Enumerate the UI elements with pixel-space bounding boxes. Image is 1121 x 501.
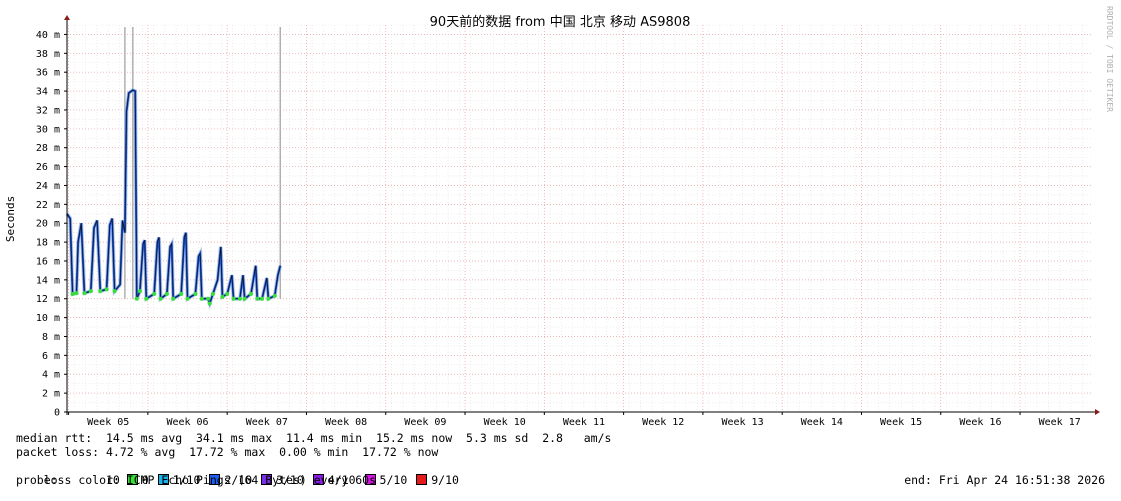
loss-point [134, 296, 139, 301]
y-tick-label: 4 m [42, 370, 60, 381]
y-tick-label: 22 m [36, 200, 60, 211]
x-tick-label: Week 13 [721, 417, 763, 428]
y-axis-arrow [64, 15, 70, 20]
loss-point [237, 296, 242, 301]
y-tick-label: 26 m [36, 162, 60, 173]
loss-point [70, 292, 75, 297]
y-tick-label: 14 m [36, 275, 60, 286]
x-tick-label: Week 06 [166, 417, 208, 428]
loss-point [171, 296, 176, 301]
loss-color-item-label: 9/10 [431, 473, 459, 487]
loss-point [207, 301, 212, 306]
loss-point [199, 296, 204, 301]
chart-svg: 90天前的数据 from 中国 北京 移动 AS9808 Seconds RRD… [4, 6, 1114, 428]
x-tick-label: Week 12 [642, 417, 684, 428]
y-axis-title: Seconds [4, 196, 17, 242]
x-tick-label: Week 05 [87, 417, 129, 428]
rrdtool-watermark: RRDTOOL / TOBI OETIKER [1105, 6, 1114, 112]
loss-point [193, 292, 198, 297]
y-tick-label: 36 m [36, 68, 60, 79]
loss-point [242, 296, 247, 301]
y-tick-label: 34 m [36, 87, 60, 98]
ping-latency-chart: 90天前的数据 from 中国 北京 移动 AS9808 Seconds RRD… [0, 0, 1121, 494]
x-tick-label: Week 10 [484, 417, 526, 428]
loss-point [185, 296, 190, 301]
loss-point [225, 292, 230, 297]
loss-point [248, 292, 253, 297]
y-tick-label: 30 m [36, 124, 60, 135]
x-axis-arrow [1095, 409, 1100, 415]
y-tick-label: 38 m [36, 49, 60, 60]
loss-point [82, 291, 87, 296]
y-tick-label: 12 m [36, 294, 60, 305]
loss-point [206, 296, 211, 301]
x-tick-label: Week 07 [246, 417, 288, 428]
series-layer [65, 87, 283, 310]
x-tick-label: Week 08 [325, 417, 367, 428]
x-tick-label: Week 14 [801, 417, 843, 428]
loss-point [220, 294, 225, 299]
y-tick-labels: 0 2 m 4 m 6 m 8 m 10 m 12 m 14 m 16 m 18 m 20 m 22 … [36, 30, 60, 419]
loss-point [179, 292, 184, 297]
loss-point [255, 296, 260, 301]
loss-point [210, 292, 215, 297]
loss-color-item-label: 5/10 [379, 473, 408, 487]
y-tick-label: 24 m [36, 181, 60, 192]
x-tick-label: Week 17 [1039, 417, 1081, 428]
loss-point [272, 293, 277, 298]
y-tick-label: 20 m [36, 219, 60, 230]
loss-point [231, 296, 236, 301]
chart-title: 90天前的数据 from 中国 北京 移动 AS9808 [430, 14, 691, 30]
y-tick-label: 8 m [42, 332, 60, 343]
x-tick-labels: Week 05 Week 06 Week 07 Week 08 Week 09 Week … [87, 417, 1081, 428]
loss-point [98, 289, 103, 294]
loss-point [164, 292, 169, 297]
loss-point [88, 289, 93, 294]
rtt-stats-line: median rtt: 14.5 ms avg 34.1 ms max 11.4… [16, 431, 612, 445]
loss-point [266, 296, 271, 301]
axes [64, 15, 1100, 415]
y-tick-label: 16 m [36, 256, 60, 267]
grid [67, 24, 1093, 412]
packet-loss-line: packet loss: 4.72 % avg 17.72 % max 0.00… [16, 445, 439, 459]
x-tick-label: Week 11 [563, 417, 605, 428]
loss-point [152, 292, 157, 297]
loss-point [112, 289, 117, 294]
loss-color-swatch [416, 474, 428, 485]
y-tick-label: 18 m [36, 238, 60, 249]
probe-line: probe: 10 ICMP Echo Pings (64 Bytes) eve… [16, 473, 377, 487]
end-timestamp: end: Fri Apr 24 16:51:38 2026 [904, 473, 1105, 487]
loss-point [104, 287, 109, 292]
x-tick-label: Week 09 [404, 417, 446, 428]
y-tick-label: 32 m [36, 105, 60, 116]
x-tick-label: Week 16 [959, 417, 1001, 428]
y-tick-label: 6 m [42, 351, 60, 362]
loss-color-item: 9/10 [416, 473, 459, 487]
y-tick-label: 40 m [36, 30, 60, 41]
y-tick-label: 0 [54, 408, 60, 419]
loss-point [144, 296, 149, 301]
loss-point [137, 289, 142, 294]
loss-point [260, 296, 265, 301]
loss-point [158, 296, 163, 301]
loss-point [74, 291, 79, 296]
x-tick-label: Week 15 [880, 417, 922, 428]
y-tick-label: 2 m [42, 389, 60, 400]
y-tick-label: 10 m [36, 313, 60, 324]
y-tick-label: 28 m [36, 143, 60, 154]
